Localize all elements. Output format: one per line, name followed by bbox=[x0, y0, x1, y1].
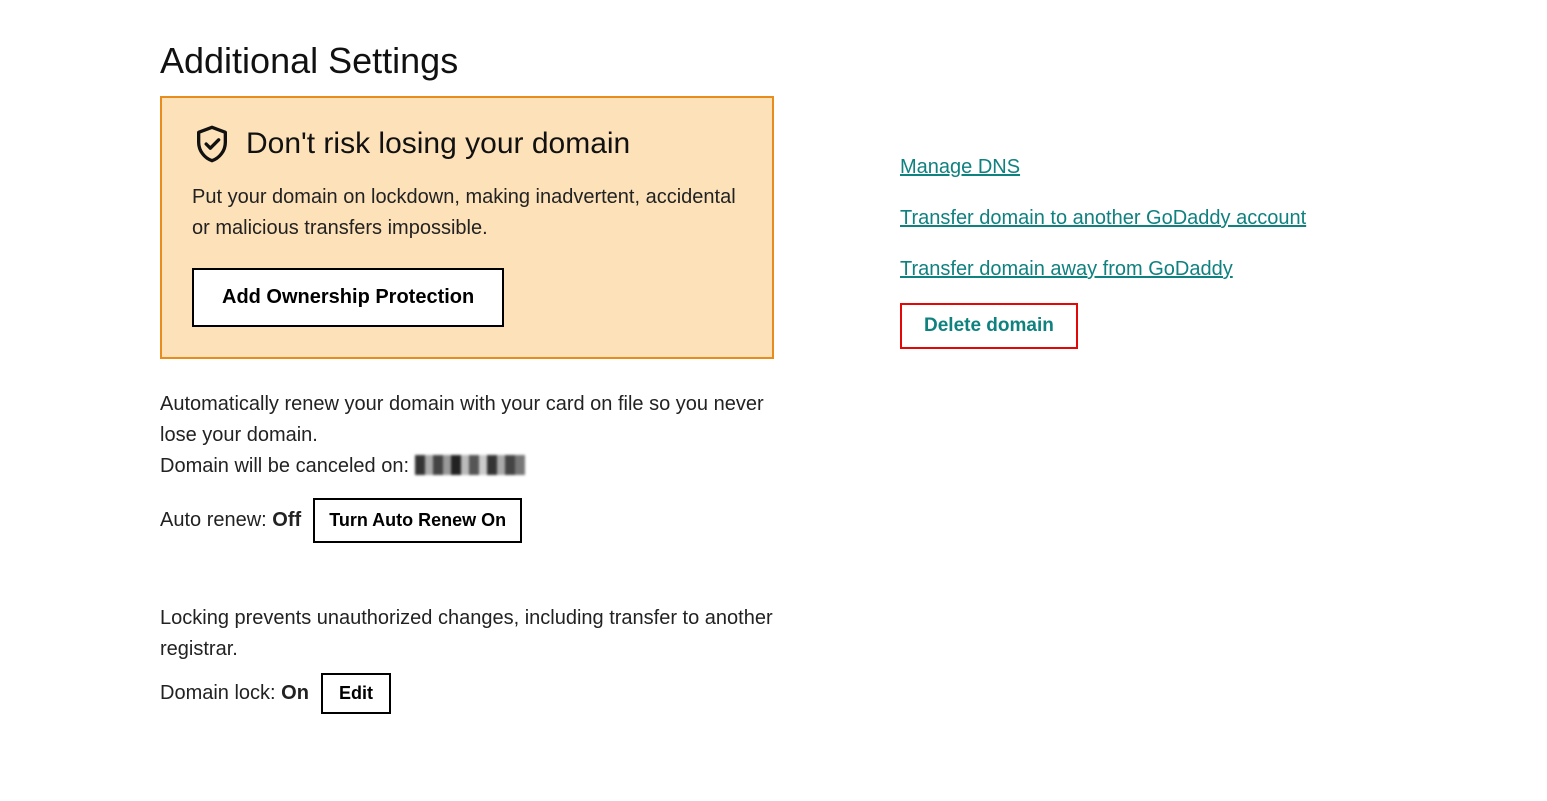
domain-lock-description: Locking prevents unauthorized changes, i… bbox=[160, 603, 780, 665]
domain-lock-value: On bbox=[281, 682, 309, 704]
auto-renew-label: Auto renew: bbox=[160, 509, 267, 531]
auto-renew-value: Off bbox=[272, 509, 301, 531]
shield-check-icon bbox=[192, 124, 232, 164]
turn-auto-renew-on-button[interactable]: Turn Auto Renew On bbox=[313, 498, 522, 543]
domain-lock-status: Domain lock: On Edit bbox=[160, 673, 780, 714]
auto-renew-status: Auto renew: Off Turn Auto Renew On bbox=[160, 498, 780, 543]
transfer-to-account-link[interactable]: Transfer domain to another GoDaddy accou… bbox=[900, 207, 1306, 230]
cancel-date-line: Domain will be canceled on: bbox=[160, 455, 780, 478]
auto-renew-description: Automatically renew your domain with you… bbox=[160, 389, 780, 451]
cancel-date-prefix: Domain will be canceled on: bbox=[160, 455, 415, 477]
warning-description: Put your domain on lockdown, making inad… bbox=[192, 182, 742, 244]
edit-domain-lock-button[interactable]: Edit bbox=[321, 673, 391, 714]
manage-dns-link[interactable]: Manage DNS bbox=[900, 156, 1020, 179]
ownership-protection-panel: Don't risk losing your domain Put your d… bbox=[160, 96, 774, 359]
domain-lock-label: Domain lock: bbox=[160, 682, 276, 704]
transfer-away-link[interactable]: Transfer domain away from GoDaddy bbox=[900, 258, 1233, 281]
warning-title: Don't risk losing your domain bbox=[246, 127, 630, 161]
add-ownership-protection-button[interactable]: Add Ownership Protection bbox=[192, 268, 504, 327]
redacted-date bbox=[415, 455, 525, 475]
delete-domain-button[interactable]: Delete domain bbox=[900, 303, 1078, 349]
page-title: Additional Settings bbox=[160, 40, 1547, 82]
